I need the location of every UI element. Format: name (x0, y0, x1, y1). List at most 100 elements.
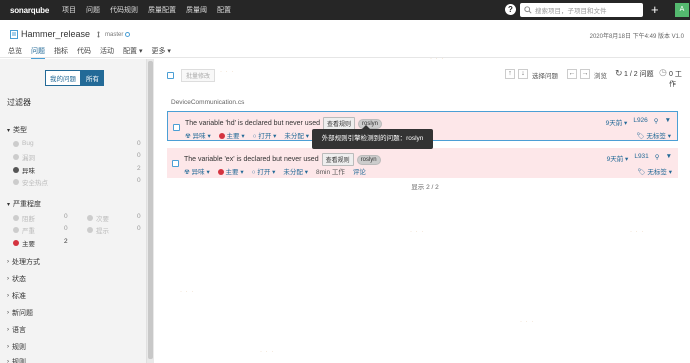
scrollbar-thumb[interactable] (148, 61, 153, 359)
facet-rules[interactable]: › 规则 (7, 342, 26, 352)
branch-selector[interactable]: master (97, 31, 131, 38)
issues-toolbar: 批量修改 ↑ ↓ 选择问题 ← → 浏览 ↻ 1 / 2 问题 ◷ 0 工作 (167, 67, 687, 88)
facet-severity-minor[interactable]: 次要 (87, 213, 109, 223)
select-all-checkbox[interactable] (167, 71, 174, 79)
browse-label: 浏览 (594, 73, 607, 80)
nav-projects[interactable]: 项目 (62, 5, 76, 15)
issue-meta: ☢ 异味 ▾ 主要 ▾ ○ 打开 ▾ 未分配 ▾ (185, 130, 309, 140)
filter-icon[interactable]: ▼ (666, 153, 672, 163)
issue-assignee[interactable]: 未分配 ▾ (283, 166, 308, 176)
bug-icon (13, 140, 19, 147)
global-search-input[interactable]: 搜索项目，子项目和文件 (520, 3, 643, 17)
issue-message[interactable]: The variable 'ex' is declared but never … (184, 156, 319, 163)
issue-row[interactable]: The variable 'ex' is declared but never … (167, 148, 678, 178)
issue-meta: ☢ 异味 ▾ 主要 ▾ ○ 打开 ▾ 未分配 ▾ 8min 工作 评论 (184, 166, 366, 176)
facet-type-vulnerability[interactable]: 漏洞 (13, 152, 35, 162)
facet-resolution[interactable]: › 处理方式 (7, 257, 40, 267)
facet-new-issues[interactable]: › 新问题 (7, 308, 33, 318)
facet-type-header[interactable]: ▾ 类型 (7, 125, 27, 135)
issues-main: · · · · · · · · · · · · · · · · · · · · … (160, 56, 690, 363)
facet-label: Bug (22, 140, 34, 147)
facet-count: 0 (137, 213, 141, 220)
facet-severity-header[interactable]: ▾ 严重程度 (7, 199, 41, 209)
filter-icon[interactable]: ▼ (665, 117, 671, 127)
major-icon (217, 169, 224, 176)
issue-type[interactable]: ☢ 异味 ▾ (185, 130, 211, 140)
top-navbar: sonarqube 项目 问题 代码规则 质量配置 质量阈 配置 ? 搜索项目，… (0, 0, 690, 20)
facet-severity-blocker[interactable]: 阻断 (13, 213, 35, 223)
my-issues-button[interactable]: 我的问题 (45, 70, 81, 86)
link-icon[interactable]: ⚲ (655, 153, 660, 163)
search-icon (524, 6, 532, 14)
facet-rules-2[interactable]: › 规则 (7, 357, 26, 363)
see-rule-button[interactable]: 查看规则 (321, 153, 354, 166)
issue-comment-link[interactable]: 评论 (353, 166, 366, 176)
branch-status-icon (125, 32, 131, 37)
nav-quality-gates[interactable]: 质量阈 (186, 5, 207, 15)
facet-severity-critical[interactable]: 严重 (13, 225, 35, 235)
reload-icon[interactable]: ↻ (615, 68, 623, 79)
issue-tags[interactable]: 🏷 无标签 ▾ (637, 166, 672, 176)
issue-status[interactable]: ○ 打开 ▾ (253, 130, 277, 140)
facet-count: 0 (137, 152, 141, 159)
facet-severity-info[interactable]: 提示 (87, 225, 109, 235)
facet-status[interactable]: › 状态 (7, 274, 26, 284)
issue-line[interactable]: L931 (634, 153, 648, 163)
tab-activity[interactable]: 活动 (100, 46, 114, 60)
help-icon[interactable]: ? (505, 4, 516, 15)
issue-age[interactable]: 9天前 ▾ (607, 153, 629, 163)
lock-icon (13, 154, 19, 160)
issue-status[interactable]: ○ 打开 ▾ (252, 166, 276, 176)
link-icon[interactable]: ⚲ (654, 117, 659, 127)
issue-type[interactable]: ☢ 异味 ▾ (184, 166, 210, 176)
issue-tags[interactable]: 🏷 无标签 ▾ (636, 130, 671, 140)
issue-severity-label: 主要 (226, 133, 240, 140)
nav-rules[interactable]: 代码规则 (110, 5, 138, 15)
watermark: · · · (180, 289, 195, 295)
all-issues-button[interactable]: 所有 (81, 70, 104, 86)
issue-message[interactable]: The variable 'hd' is declared but never … (185, 120, 320, 127)
facet-type-code-smell[interactable]: 异味 (13, 165, 35, 175)
external-engine-badge[interactable]: roslyn (356, 154, 381, 165)
issue-age[interactable]: 9天前 ▾ (606, 117, 628, 127)
sonarqube-logo[interactable]: sonarqube (10, 6, 52, 15)
chevron-down-icon: ▾ (7, 201, 11, 208)
user-avatar[interactable]: A (675, 3, 689, 17)
code-smell-icon (13, 167, 19, 173)
tab-overview[interactable]: 总览 (8, 46, 22, 60)
tab-measures[interactable]: 指标 (54, 46, 68, 60)
arrow-down-icon[interactable]: ↓ (518, 69, 528, 79)
arrow-up-icon[interactable]: ↑ (505, 69, 515, 79)
issue-severity[interactable]: 主要 ▾ (218, 130, 245, 140)
arrow-right-icon[interactable]: → (580, 69, 590, 79)
issue-checkbox[interactable] (173, 124, 180, 131)
issue-assignee[interactable]: 未分配 ▾ (284, 130, 309, 140)
nav-issues[interactable]: 问题 (86, 5, 100, 15)
issue-status-label: 打开 (258, 133, 272, 140)
tab-administration[interactable]: 配置 ▾ (123, 46, 142, 60)
facet-language[interactable]: › 语言 (7, 325, 26, 335)
facet-count: 2 (64, 238, 68, 245)
facet-label: 状态 (12, 276, 26, 283)
info-icon (87, 227, 93, 233)
tab-code[interactable]: 代码 (77, 46, 91, 60)
create-plus-icon[interactable]: + (651, 2, 659, 17)
sidebar-scrollbar[interactable] (147, 59, 154, 363)
tab-more[interactable]: 更多 ▾ (151, 46, 170, 60)
issue-line[interactable]: L926 (633, 117, 647, 127)
nav-quality-profiles[interactable]: 质量配置 (148, 5, 176, 15)
component-path[interactable]: DeviceCommunication.cs (171, 99, 244, 106)
issue-checkbox[interactable] (172, 160, 179, 167)
facet-type-hotspot[interactable]: 安全热点 (13, 177, 48, 187)
facet-label: 提示 (96, 228, 109, 235)
bulk-change-button[interactable]: 批量修改 (181, 69, 216, 82)
facet-type-bug[interactable]: Bug (13, 140, 34, 147)
tab-issues[interactable]: 问题 (31, 46, 45, 60)
issue-severity[interactable]: 主要 ▾ (217, 166, 244, 176)
arrow-left-icon[interactable]: ← (567, 69, 577, 79)
facet-label: 处理方式 (12, 259, 40, 266)
project-title[interactable]: Hammer_release (10, 29, 90, 39)
facet-standards[interactable]: › 标准 (7, 291, 26, 301)
facet-severity-major[interactable]: 主要 (13, 238, 35, 248)
nav-administration[interactable]: 配置 (217, 5, 231, 15)
